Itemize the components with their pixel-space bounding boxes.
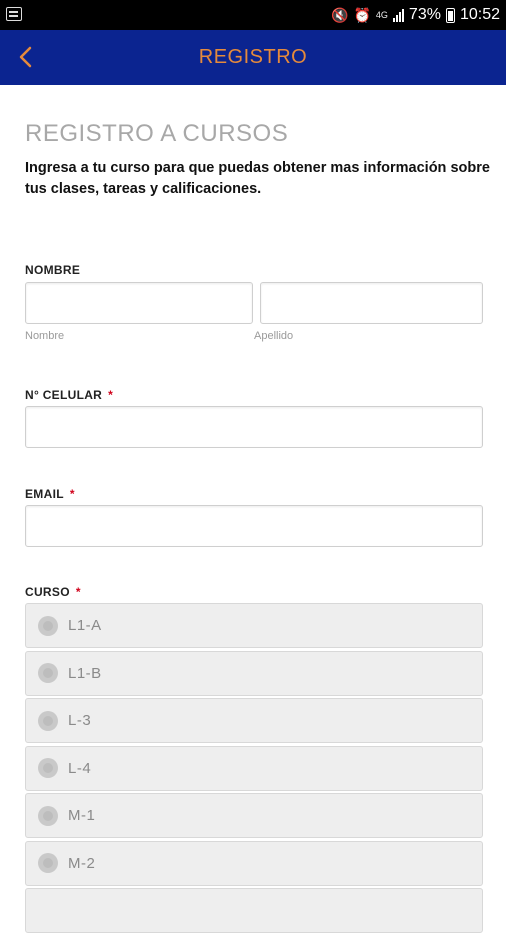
course-label: CURSO * [25,585,81,599]
phone-label: N° CELULAR * [25,388,114,402]
course-option-partial[interactable] [25,888,483,933]
intro-text: Ingresa a tu curso para que puedas obten… [25,160,490,197]
required-mark: * [75,585,81,599]
status-bar: 🔇 ⏰ 4G 73% 10:52 [0,0,506,30]
required-mark: * [69,487,75,501]
chevron-left-icon [19,46,32,68]
app-bar: REGISTRO [0,30,506,85]
first-name-hint: Nombre [25,330,65,342]
email-label: EMAIL * [25,487,75,501]
course-option[interactable]: L-4 [25,745,483,791]
course-option-label: M-1 [68,807,96,824]
radio-button-icon[interactable] [38,710,58,731]
mute-icon: 🔇 [331,6,349,23]
battery-icon [445,7,455,23]
alarm-icon: ⏰ [353,6,371,23]
course-option-label: M-2 [68,854,96,872]
radio-button-icon[interactable] [38,805,58,826]
course-option[interactable]: L-3 [25,698,483,743]
required-mark: * [108,388,114,402]
course-option-label: L-3 [68,712,92,729]
course-option[interactable]: M-1 [25,793,483,838]
name-label: NOMBRE [25,263,81,277]
status-indicators: 🔇 ⏰ 4G 73% 10:52 [331,0,500,30]
radio-button-icon[interactable] [38,758,58,778]
course-option[interactable]: L1-A [25,603,483,648]
radio-button-icon[interactable] [38,663,58,683]
course-option[interactable]: L1-B [25,650,483,696]
app-bar-title: REGISTRO [198,46,308,68]
course-radio-group: L1-A L1-B L-3 L-4 M-1 M-2 [25,603,483,936]
battery-percent: 73% [408,6,441,23]
back-button[interactable] [14,44,40,70]
course-option-label: L-4 [68,759,92,777]
course-option[interactable]: M-2 [25,840,483,886]
course-option-label: L1-B [68,664,102,682]
first-name-input[interactable] [25,282,253,324]
page-title: REGISTRO A CURSOS [25,120,289,147]
last-name-input[interactable] [260,282,483,324]
signal-icon [392,8,404,22]
phone-input[interactable] [25,406,483,448]
clock: 10:52 [459,6,500,23]
radio-button-icon[interactable] [38,615,58,636]
last-name-hint: Apellido [254,330,294,342]
radio-button-icon[interactable] [38,853,58,873]
notification-icon [6,7,22,21]
email-input[interactable] [25,505,483,547]
course-option-label: L1-A [68,617,102,634]
network-icon: 4G [375,10,388,20]
